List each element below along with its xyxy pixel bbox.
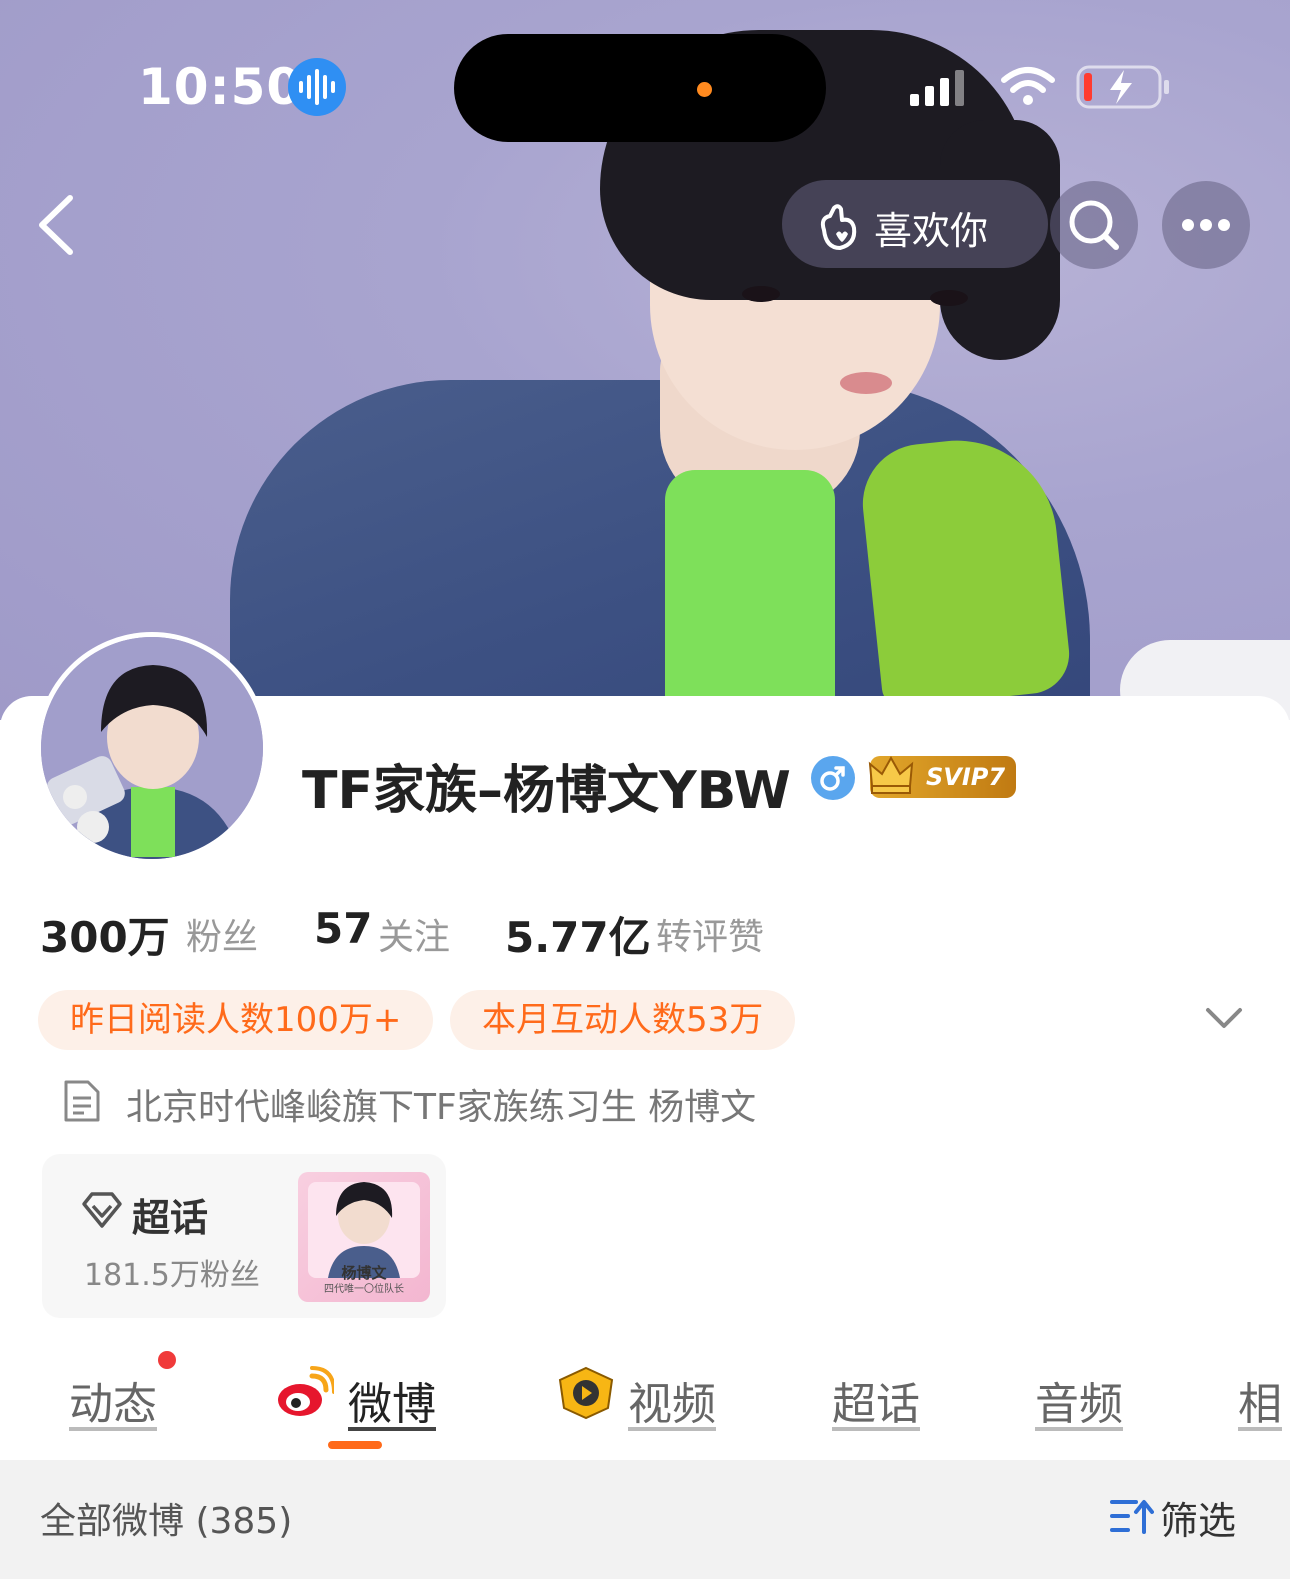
active-tab-indicator	[328, 1441, 382, 1449]
tab-supertopic[interactable]: 超话	[832, 1368, 920, 1432]
cover-eye-right	[930, 290, 968, 306]
sort-filter-icon[interactable]	[1110, 1496, 1154, 1536]
tab-audio[interactable]: 音频	[1035, 1368, 1123, 1432]
status-time: 10:50	[138, 58, 303, 116]
battery-charging-icon	[1076, 64, 1172, 110]
cellular-signal-icon	[908, 68, 968, 108]
expand-button[interactable]	[1198, 998, 1250, 1038]
crown-icon	[868, 755, 914, 794]
back-button[interactable]	[30, 190, 86, 260]
following-label[interactable]: 关注	[378, 908, 450, 960]
notification-dot	[158, 1351, 176, 1369]
more-button[interactable]	[1162, 181, 1250, 269]
engagement-label[interactable]: 转评赞	[656, 908, 764, 960]
svip-label: SVIP7	[926, 763, 1006, 791]
tab-weibo[interactable]: 微博	[348, 1368, 436, 1432]
male-gender-icon	[811, 756, 855, 800]
reads-badge[interactable]: 昨日阅读人数100万+	[38, 990, 434, 1050]
thumbnail-subcaption: 四代唯一〇位队长	[324, 1284, 404, 1295]
search-icon	[1069, 200, 1119, 250]
profile-name: TF家族–杨博文YBW	[302, 761, 791, 821]
cover-lips	[840, 372, 892, 394]
tab-photos[interactable]: 相	[1238, 1368, 1282, 1432]
cover-hoodie	[856, 430, 1074, 710]
cover-shirt	[665, 470, 835, 710]
like-you-label: 喜欢你	[874, 209, 989, 253]
interactions-badge[interactable]: 本月互动人数53万	[450, 990, 796, 1050]
fans-count[interactable]: 300万	[40, 904, 170, 965]
avatar[interactable]	[41, 637, 263, 859]
tab-dynamics[interactable]: 动态	[69, 1368, 157, 1432]
supertopic-thumbnail[interactable]: 杨博文 四代唯一〇位队长	[298, 1172, 430, 1302]
privacy-indicator-dot	[697, 82, 712, 97]
svip-badge[interactable]: SVIP7	[868, 755, 1016, 798]
all-posts-count[interactable]: 全部微博 (385)	[40, 1492, 292, 1544]
weibo-logo-icon	[274, 1366, 336, 1422]
profile-bio: 北京时代峰峻旗下TF家族练习生 杨博文	[126, 1087, 757, 1128]
dynamic-island	[454, 34, 826, 142]
supertopic-fans: 181.5万粉丝	[84, 1258, 260, 1293]
hand-heart-icon	[814, 200, 864, 254]
voice-activity-icon	[288, 58, 346, 116]
search-button[interactable]	[1050, 181, 1138, 269]
diamond-icon	[80, 1190, 124, 1230]
video-play-icon	[556, 1366, 616, 1420]
filter-button[interactable]: 筛选	[1160, 1490, 1236, 1545]
chevron-down-icon	[1206, 1008, 1242, 1028]
wifi-icon	[1000, 64, 1056, 108]
document-icon	[62, 1078, 102, 1124]
more-dots-icon	[1182, 219, 1230, 231]
tab-video[interactable]: 视频	[628, 1368, 716, 1432]
cover-eye-left	[742, 286, 780, 302]
engagement-count[interactable]: 5.77亿	[505, 904, 651, 965]
supertopic-title: 超话	[132, 1196, 209, 1240]
following-count[interactable]: 57	[314, 904, 372, 953]
fans-label[interactable]: 粉丝	[186, 908, 258, 960]
